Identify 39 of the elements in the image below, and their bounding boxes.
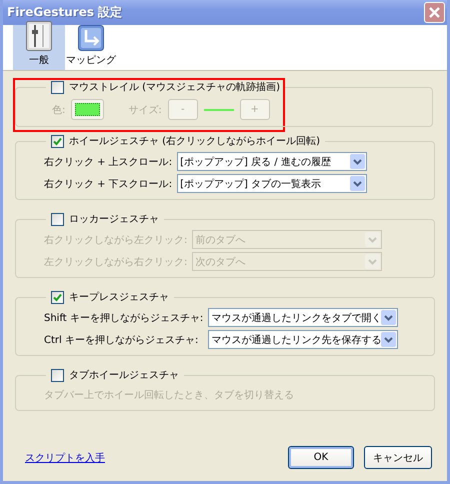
ok-button[interactable]: OK [288, 446, 354, 469]
dropdown[interactable]: マウスが通過したリンク先を保存する [208, 330, 398, 349]
option-label: Ctrl キーを押しながらジェスチャ: [44, 334, 200, 346]
chevron-icon [368, 236, 378, 242]
group-title: ホイールジェスチャ (右クリックしながらホイール回転) [69, 135, 320, 148]
chevron-icon [368, 258, 378, 264]
chevron-icon [384, 336, 394, 342]
option-label: 右クリック + 上スクロール: [44, 156, 172, 168]
group-title: タブホイールジェスチャ [69, 368, 179, 382]
group-title: ロッカージェスチャ [69, 213, 159, 226]
sliders-icon [26, 21, 52, 51]
close-button[interactable] [424, 2, 445, 23]
chevron-icon [384, 314, 394, 320]
dropdown[interactable]: [ポップアップ] タブの一覧表示 [177, 174, 368, 193]
size-label: サイズ: [128, 104, 162, 116]
option-label: Shift キーを押しながらジェスチャ: [44, 312, 204, 324]
group-title: マウストレイル (マウスジェスチャの軌跡描画) [69, 80, 280, 94]
dropdown[interactable]: マウスが通過したリンクをタブで開く [208, 308, 398, 327]
option-label: 右クリック + 下スクロール: [44, 178, 172, 190]
checkbox[interactable] [51, 368, 64, 382]
checkbox[interactable] [51, 290, 64, 304]
close-icon [429, 7, 440, 18]
chevron-icon [353, 180, 362, 186]
script-link[interactable]: スクリプトを入手 [25, 450, 105, 464]
color-button[interactable] [71, 99, 104, 120]
cancel-button[interactable]: キャンセル [364, 446, 432, 469]
dropdown[interactable]: [ポップアップ] 戻る / 進むの履歴 [177, 152, 368, 171]
chevron-icon [353, 158, 362, 164]
checkbox[interactable] [51, 212, 64, 226]
checkbox[interactable] [51, 80, 64, 94]
toolbar-tab[interactable]: マッピング [65, 25, 117, 70]
checkbox[interactable] [51, 134, 64, 148]
group-title: キープレスジェスチャ [69, 290, 169, 304]
description-text: タブバー上でホイール回転したとき、タブを切り替える [44, 388, 295, 403]
option-label: 右クリックしながら左クリック: [44, 234, 188, 246]
color-label: 色: [52, 104, 66, 116]
window-title: FireGestures 設定 [7, 4, 122, 21]
line-preview [204, 108, 234, 110]
option-label: 左クリックしながら右クリック: [44, 256, 188, 268]
